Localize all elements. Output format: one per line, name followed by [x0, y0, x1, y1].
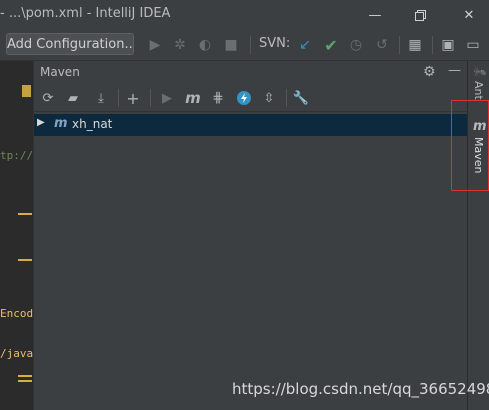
ide-window-icon[interactable]: ▭: [464, 36, 482, 54]
run-maven-icon[interactable]: ▶: [158, 89, 176, 107]
generate-sources-icon[interactable]: ▰: [64, 89, 82, 107]
watermark: https://blog.csdn.net/qq_36652498: [232, 380, 489, 398]
editor-marker: [18, 213, 32, 215]
editor-marker: [18, 375, 32, 377]
minimize-icon[interactable]: —: [355, 0, 395, 30]
stop-icon[interactable]: ■: [222, 36, 240, 54]
maven-module-icon: m: [54, 116, 68, 131]
main-toolbar: Add Configuration... ▶ ✲ ◐ ■ SVN: ↙ ✔ ◷ …: [0, 30, 489, 61]
svn-update-icon[interactable]: ↙: [296, 36, 314, 54]
close-icon[interactable]: ✕: [449, 0, 489, 30]
svn-label: SVN:: [259, 36, 291, 51]
add-configuration-button[interactable]: Add Configuration...: [6, 33, 134, 55]
ant-tab[interactable]: Ant: [472, 81, 485, 100]
toolbar-separator: [150, 89, 151, 107]
editor-text: /java: [0, 347, 33, 360]
rollback-icon[interactable]: ↺: [373, 36, 391, 54]
title-bar: - ...\pom.xml - IntelliJ IDEA — ✕: [0, 0, 489, 30]
download-icon[interactable]: ⤓: [92, 89, 110, 107]
tree-item-xh-nat[interactable]: ▶ m xh_nat: [34, 114, 467, 136]
ant-icon: 🐜: [473, 65, 487, 78]
maven-toolbar: ⟳ ▰ ⤓ + ▶ m ⋕ ⇳ 🔧: [34, 85, 467, 112]
editor-text: tp://: [0, 149, 33, 162]
editor-text: Encod: [0, 307, 33, 320]
toolbar-separator: [286, 89, 287, 107]
toolbar-separator: [399, 36, 400, 54]
tree-item-label: xh_nat: [72, 117, 113, 131]
editor-area[interactable]: tp:// Encod /java: [0, 61, 33, 410]
editor-marker: [18, 380, 32, 382]
collapse-all-icon[interactable]: ⇳: [260, 89, 278, 107]
debug-icon[interactable]: ✲: [171, 36, 189, 54]
expand-arrow-icon[interactable]: ▶: [37, 117, 45, 128]
bookmark-marker: [22, 85, 31, 97]
toolbar-separator: [118, 89, 119, 107]
maven-panel-header: Maven ⚙ —: [34, 61, 467, 85]
add-icon[interactable]: +: [124, 89, 142, 108]
svn-commit-icon[interactable]: ✔: [322, 36, 340, 55]
execute-goal-icon[interactable]: m: [184, 89, 202, 107]
terminal-icon[interactable]: ▣: [439, 36, 457, 54]
run-icon[interactable]: ▶: [146, 36, 164, 54]
settings-wrench-icon[interactable]: 🔧: [292, 89, 310, 107]
history-icon[interactable]: ◷: [347, 36, 365, 54]
project-structure-icon[interactable]: ▦: [406, 36, 424, 54]
toolbar-separator: [432, 36, 433, 54]
maven-panel-title: Maven: [40, 65, 80, 79]
reimport-icon[interactable]: ⟳: [39, 89, 57, 107]
window-title: - ...\pom.xml - IntelliJ IDEA: [0, 6, 171, 21]
coverage-icon[interactable]: ◐: [196, 36, 214, 54]
lightning-icon[interactable]: [235, 89, 253, 107]
toggle-offline-icon[interactable]: ⋕: [209, 89, 227, 107]
restore-icon[interactable]: [400, 0, 440, 30]
minimize-panel-icon[interactable]: —: [448, 63, 461, 78]
editor-marker: [18, 259, 32, 261]
highlight-box: [451, 100, 489, 191]
toolbar-separator: [250, 36, 251, 54]
gear-icon[interactable]: ⚙: [423, 64, 436, 80]
maven-panel: Maven ⚙ — ⟳ ▰ ⤓ + ▶ m ⋕ ⇳ 🔧 ▶ m xh_nat: [33, 61, 467, 410]
